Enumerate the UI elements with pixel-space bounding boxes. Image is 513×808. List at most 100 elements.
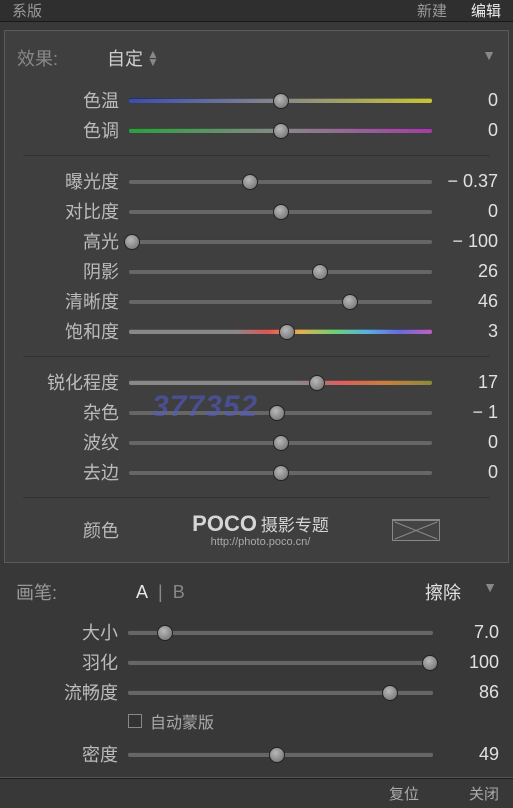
slider[interactable] (128, 745, 433, 763)
slider-thumb[interactable] (157, 625, 173, 641)
brush-title: 画笔: (16, 579, 116, 605)
slider[interactable] (129, 202, 432, 220)
slider-value[interactable]: 26 (432, 261, 498, 282)
slider[interactable] (128, 623, 433, 641)
slider-label: 色调 (15, 117, 129, 143)
auto-mask-label: 自动蒙版 (150, 709, 214, 733)
slider-value[interactable]: 0 (432, 432, 498, 453)
reset-button[interactable]: 复位 (389, 783, 419, 804)
slider-row: 色温0 (15, 85, 498, 115)
slider-row: 锐化程度 17 (15, 367, 498, 397)
slider-value[interactable]: 86 (433, 682, 499, 703)
slider-value[interactable]: 46 (432, 291, 498, 312)
slider-thumb[interactable] (279, 324, 295, 340)
tab-new[interactable]: 新建 (417, 0, 447, 21)
slider-value[interactable]: 17 (432, 372, 498, 393)
slider-value[interactable]: − 0.37 (432, 171, 498, 192)
slider-row: 阴影 26 (15, 256, 498, 286)
slider-thumb[interactable] (312, 264, 328, 280)
group-tone: 曝光度− 0.37对比度0高光− 100阴影26清晰度46饱和度3 (15, 166, 498, 346)
collapse-triangle-icon[interactable]: ▼ (482, 47, 496, 63)
slider-thumb[interactable] (269, 405, 285, 421)
slider-thumb[interactable] (273, 435, 289, 451)
slider-value[interactable]: − 100 (432, 231, 498, 252)
group-density: 密度 49 (14, 739, 499, 769)
top-tab-bar: 系版 新建 编辑 (0, 0, 513, 22)
slider-label: 羽化 (14, 649, 128, 675)
slider-value[interactable]: − 1 (432, 402, 498, 423)
auto-mask-row: 自动蒙版 (14, 707, 499, 735)
slider-thumb[interactable] (269, 747, 285, 763)
slider-thumb[interactable] (273, 204, 289, 220)
slider-thumb[interactable] (382, 685, 398, 701)
slider-thumb[interactable] (309, 375, 325, 391)
slider-thumb[interactable] (124, 234, 140, 250)
slider-thumb[interactable] (242, 174, 258, 190)
slider[interactable] (129, 91, 432, 109)
tab-edit[interactable]: 编辑 (471, 0, 501, 21)
slider[interactable] (129, 262, 432, 280)
slider-value[interactable]: 3 (432, 321, 498, 342)
tab-left[interactable]: 系版 (12, 0, 42, 21)
slider-row: 色调 0 (15, 115, 498, 145)
auto-mask-checkbox[interactable] (128, 714, 142, 728)
slider-row: 杂色 − 1 (15, 397, 498, 427)
slider-label: 流畅度 (14, 679, 128, 705)
slider-label: 对比度 (15, 198, 129, 224)
close-button[interactable]: 关闭 (469, 783, 499, 804)
slider-row: 清晰度 46 (15, 286, 498, 316)
slider[interactable] (129, 403, 432, 421)
slider-value[interactable]: 0 (432, 462, 498, 483)
slider-row: 去边0 (15, 457, 498, 487)
slider-row: 高光 − 100 (15, 226, 498, 256)
brush-ab-selector: A | B (116, 582, 425, 603)
slider-label: 清晰度 (15, 288, 129, 314)
slider-value[interactable]: 0 (432, 120, 498, 141)
slider-label: 锐化程度 (15, 369, 129, 395)
footer: 复位 关闭 (0, 779, 513, 808)
slider[interactable] (129, 322, 432, 340)
brush-b[interactable]: B (173, 582, 185, 603)
watermark: POCO 摄影专题 http://photo.poco.cn/ (129, 512, 392, 548)
divider (23, 155, 490, 156)
slider[interactable] (129, 463, 432, 481)
slider-label: 杂色 (15, 399, 129, 425)
slider-label: 大小 (14, 619, 128, 645)
collapse-triangle-icon[interactable]: ▼ (483, 579, 497, 595)
slider-value[interactable]: 0 (432, 90, 498, 111)
effects-title: 效果: (17, 45, 107, 71)
slider[interactable] (129, 232, 432, 250)
slider-thumb[interactable] (273, 465, 289, 481)
brush-erase[interactable]: 擦除 (425, 579, 461, 605)
slider[interactable] (129, 433, 432, 451)
slider-thumb[interactable] (273, 93, 289, 109)
brush-a[interactable]: A (136, 582, 148, 603)
color-swatch[interactable] (392, 519, 440, 541)
slider-value[interactable]: 7.0 (433, 622, 499, 643)
brush-header: 画笔: A | B 擦除 (14, 575, 499, 613)
brush-panel: ▼ 画笔: A | B 擦除 大小 7.0 羽化 100 流畅度 86 自动蒙版 密度 49 (4, 567, 509, 769)
divider (23, 497, 490, 498)
slider[interactable] (129, 292, 432, 310)
slider[interactable] (129, 121, 432, 139)
slider-label: 阴影 (15, 258, 129, 284)
slider-label: 高光 (15, 228, 129, 254)
slider[interactable] (128, 683, 433, 701)
slider[interactable] (129, 172, 432, 190)
slider-value[interactable]: 0 (432, 201, 498, 222)
slider[interactable] (129, 373, 432, 391)
slider-row: 曝光度− 0.37 (15, 166, 498, 196)
group-brush: 大小 7.0 羽化 100 流畅度 86 (14, 617, 499, 707)
brush-ab-sep: | (158, 582, 163, 603)
slider-thumb[interactable] (342, 294, 358, 310)
slider-value[interactable]: 100 (433, 652, 499, 673)
slider-label: 密度 (14, 741, 128, 767)
slider[interactable] (128, 653, 433, 671)
slider-thumb[interactable] (273, 123, 289, 139)
slider-value[interactable]: 49 (433, 744, 499, 765)
slider-row: 波纹0 (15, 427, 498, 457)
slider-thumb[interactable] (422, 655, 438, 671)
color-row: 颜色 POCO 摄影专题 http://photo.poco.cn/ (15, 512, 498, 548)
group-white-balance: 色温0色调 0 (15, 85, 498, 145)
effects-preset-dropdown[interactable]: 自定 ▲▼ (107, 45, 159, 71)
